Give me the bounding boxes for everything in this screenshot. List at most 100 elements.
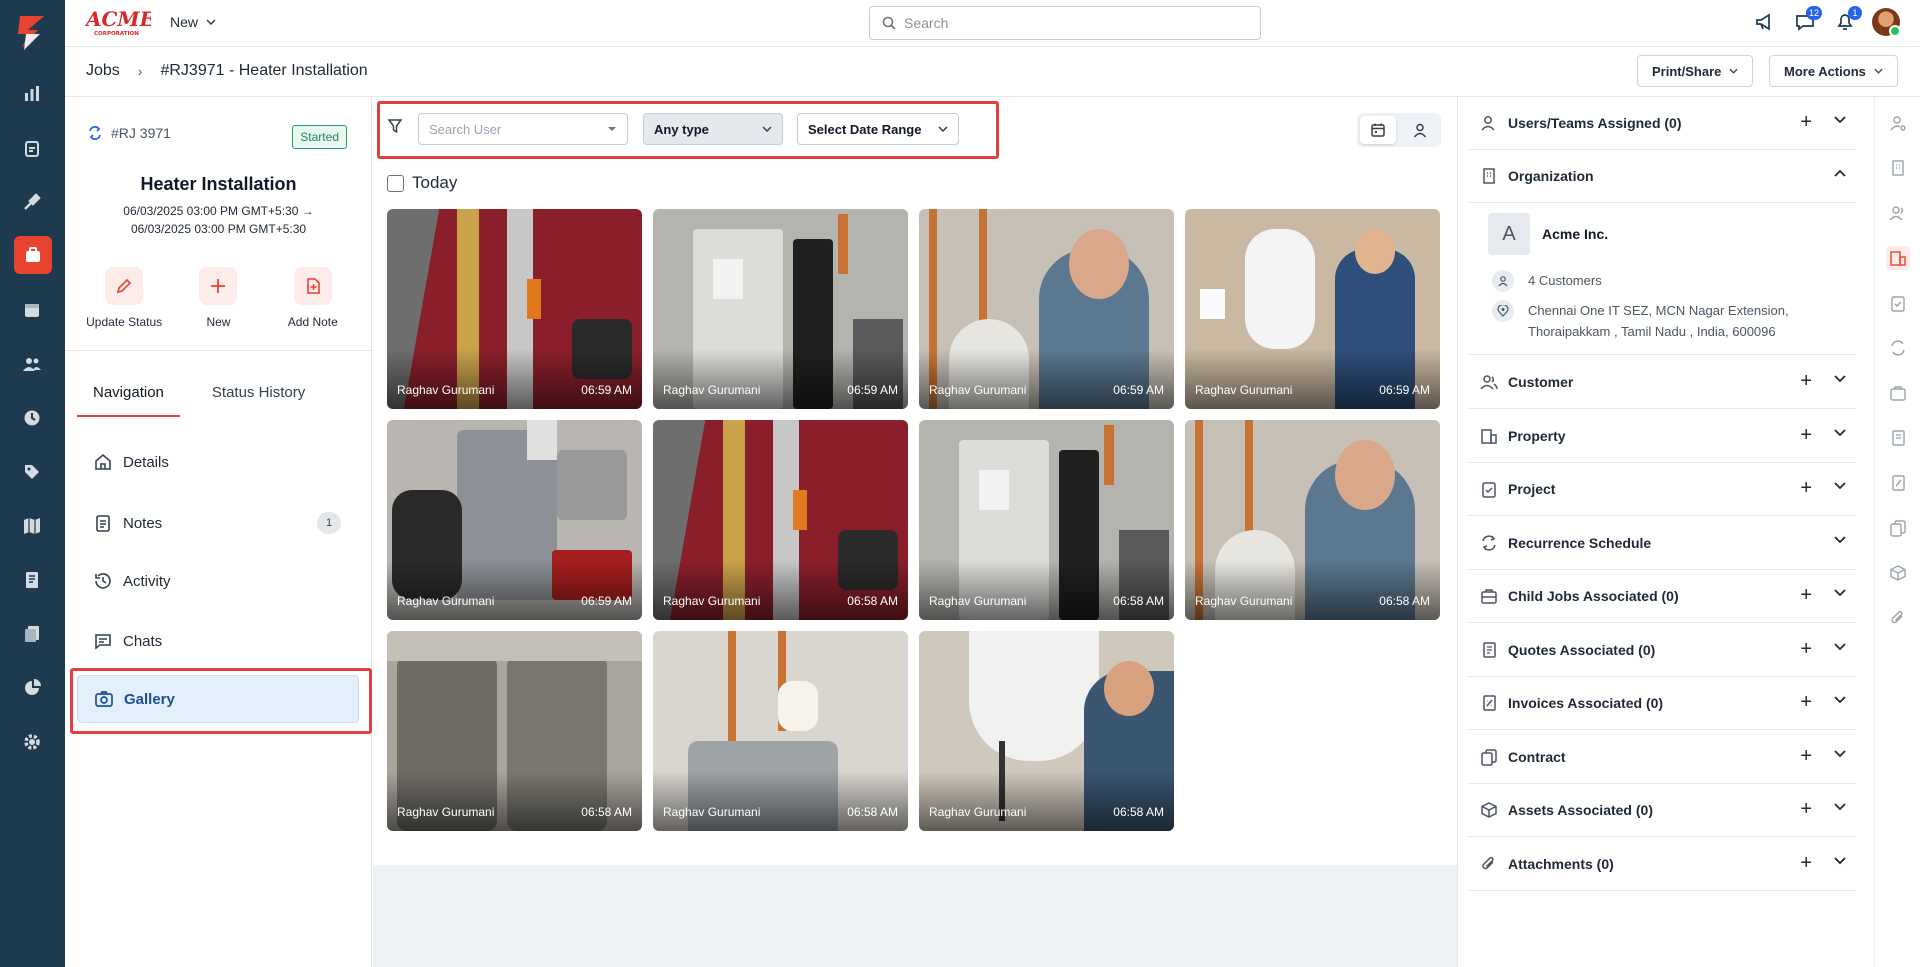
dashboard-icon[interactable] — [16, 78, 48, 110]
quote-document-icon[interactable] — [1886, 426, 1910, 450]
briefcase-icon[interactable] — [1886, 381, 1910, 405]
gallery-photo[interactable]: Raghav Gurumani 06:58 AM — [919, 631, 1174, 831]
search-user-select[interactable]: Search User — [418, 113, 628, 145]
section-quotes[interactable]: Quotes Associated (0) + — [1468, 624, 1856, 677]
paperclip-icon[interactable] — [1886, 606, 1910, 630]
section-customer[interactable]: Customer + — [1468, 356, 1856, 409]
chevron-down-icon[interactable] — [1834, 750, 1846, 758]
nav-item-chats[interactable]: Chats — [77, 617, 359, 665]
update-status-button[interactable]: Update Status — [79, 267, 169, 329]
gallery-photo[interactable]: Raghav Gurumani 06:58 AM — [919, 420, 1174, 620]
gallery-photo[interactable]: Raghav Gurumani 06:58 AM — [653, 420, 908, 620]
calendar-view-icon[interactable] — [1360, 116, 1396, 144]
user-view-icon[interactable] — [1402, 116, 1438, 144]
contract-copy-icon[interactable] — [1886, 516, 1910, 540]
nav-item-details[interactable]: Details — [77, 438, 359, 486]
chevron-down-icon[interactable] — [1834, 375, 1846, 383]
gallery-photo[interactable]: Raghav Gurumani 06:59 AM — [653, 209, 908, 409]
section-child-jobs[interactable]: Child Jobs Associated (0) + — [1468, 570, 1856, 623]
new-dropdown[interactable]: New — [170, 14, 216, 30]
select-all-checkbox[interactable] — [387, 174, 404, 192]
customers-icon[interactable] — [1886, 201, 1910, 225]
gallery-photo[interactable]: Raghav Gurumani 06:59 AM — [919, 209, 1174, 409]
chevron-down-icon[interactable] — [1834, 482, 1846, 490]
gallery-photo[interactable]: Raghav Gurumani 06:58 AM — [387, 631, 642, 831]
section-label: Assets Associated (0) — [1508, 802, 1653, 818]
chevron-up-icon[interactable] — [1834, 169, 1846, 177]
building-icon[interactable] — [1886, 156, 1910, 180]
plus-icon[interactable]: + — [1800, 639, 1812, 659]
chevron-down-icon[interactable] — [1834, 536, 1846, 544]
chat-icon[interactable]: 12 — [1792, 6, 1822, 35]
plus-icon[interactable]: + — [1800, 692, 1812, 712]
section-property[interactable]: Property + — [1468, 410, 1856, 463]
section-recurrence[interactable]: Recurrence Schedule — [1468, 517, 1856, 570]
map-icon[interactable] — [16, 510, 48, 542]
reports-pie-icon[interactable] — [16, 672, 48, 704]
tab-navigation[interactable]: Navigation — [77, 384, 180, 417]
gallery-photo[interactable]: Raghav Gurumani 06:59 AM — [387, 209, 642, 409]
filter-icon[interactable] — [387, 118, 403, 137]
calendar-icon[interactable] — [16, 294, 48, 326]
date-range-select[interactable]: Select Date Range — [797, 113, 959, 145]
gallery-photo[interactable]: Raghav Gurumani 06:59 AM — [1185, 209, 1440, 409]
breadcrumb-jobs-link[interactable]: Jobs — [86, 62, 120, 80]
user-avatar[interactable] — [1872, 8, 1901, 37]
chevron-down-icon[interactable] — [1834, 857, 1846, 865]
gallery-photo[interactable]: Raghav Gurumani 06:58 AM — [1185, 420, 1440, 620]
section-invoices[interactable]: Invoices Associated (0) + — [1468, 677, 1856, 730]
property-icon[interactable] — [1886, 246, 1910, 270]
documents-icon[interactable] — [16, 618, 48, 650]
more-actions-button[interactable]: More Actions — [1769, 55, 1898, 87]
section-attachments[interactable]: Attachments (0) + — [1468, 838, 1856, 891]
clipboard-icon[interactable] — [16, 132, 48, 164]
plus-icon[interactable]: + — [1800, 371, 1812, 391]
asset-box-icon[interactable] — [1886, 561, 1910, 585]
users-icon[interactable] — [16, 348, 48, 380]
chevron-down-icon[interactable] — [1834, 696, 1846, 704]
chevron-down-icon[interactable] — [1834, 803, 1846, 811]
tag-icon[interactable] — [16, 456, 48, 488]
acme-logo[interactable]: ACME CORPORATION — [84, 7, 156, 37]
plus-icon[interactable]: + — [1800, 799, 1812, 819]
plus-icon[interactable]: + — [1800, 478, 1812, 498]
plus-icon[interactable]: + — [1800, 585, 1812, 605]
chevron-down-icon[interactable] — [1834, 589, 1846, 597]
zuper-logo-icon[interactable] — [14, 12, 50, 52]
section-contract[interactable]: Contract + — [1468, 731, 1856, 784]
jobs-icon[interactable] — [14, 236, 52, 274]
global-search-input[interactable]: Search — [869, 6, 1261, 40]
nav-item-notes[interactable]: Notes 1 — [77, 499, 359, 547]
notification-bell-icon[interactable]: 1 — [1832, 6, 1862, 35]
gallery-photo[interactable]: Raghav Gurumani 06:58 AM — [653, 631, 908, 831]
chevron-down-icon[interactable] — [1834, 116, 1846, 124]
org-name[interactable]: Acme Inc. — [1542, 226, 1608, 242]
plus-icon[interactable]: + — [1800, 746, 1812, 766]
tools-icon[interactable] — [16, 186, 48, 218]
section-users-teams[interactable]: Users/Teams Assigned (0) + — [1468, 97, 1856, 150]
settings-gear-icon[interactable] — [16, 726, 48, 758]
invoice-icon[interactable] — [16, 564, 48, 596]
project-clipboard-icon[interactable] — [1886, 291, 1910, 315]
new-button[interactable]: New — [173, 267, 263, 329]
type-select[interactable]: Any type — [643, 113, 783, 145]
plus-icon[interactable]: + — [1800, 425, 1812, 445]
invoice-icon[interactable] — [1886, 471, 1910, 495]
announcement-megaphone-icon[interactable] — [1752, 9, 1778, 35]
print-share-button[interactable]: Print/Share — [1637, 55, 1754, 87]
tab-status-history[interactable]: Status History — [212, 384, 305, 417]
user-settings-icon[interactable] — [1886, 111, 1910, 135]
nav-item-gallery[interactable]: Gallery — [77, 675, 359, 723]
plus-icon[interactable]: + — [1800, 112, 1812, 132]
clock-icon[interactable] — [16, 402, 48, 434]
gallery-photo[interactable]: Raghav Gurumani 06:59 AM — [387, 420, 642, 620]
plus-icon[interactable]: + — [1800, 853, 1812, 873]
section-organization[interactable]: Organization — [1468, 150, 1856, 203]
section-project[interactable]: Project + — [1468, 463, 1856, 516]
section-assets[interactable]: Assets Associated (0) + — [1468, 784, 1856, 837]
add-note-button[interactable]: Add Note — [268, 267, 358, 329]
chevron-down-icon[interactable] — [1834, 429, 1846, 437]
nav-item-activity[interactable]: Activity — [77, 557, 359, 605]
recurrence-icon[interactable] — [1886, 336, 1910, 360]
chevron-down-icon[interactable] — [1834, 643, 1846, 651]
